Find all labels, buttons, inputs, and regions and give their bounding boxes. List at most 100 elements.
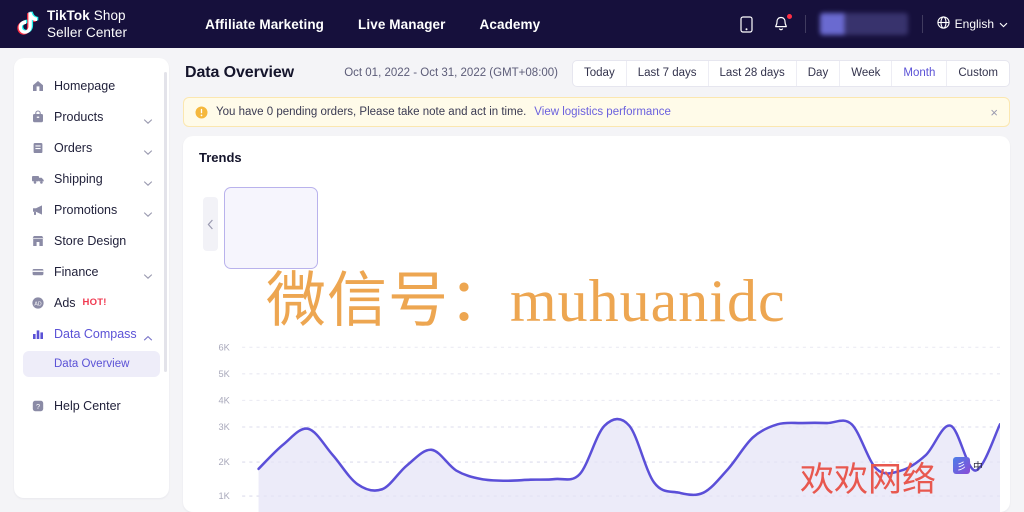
language-label: English — [954, 17, 994, 31]
sidebar-item-help-center[interactable]: ? Help Center — [23, 392, 160, 419]
sidebar-item-ads[interactable]: AD Ads HOT! — [23, 289, 160, 316]
sidebar-subitem-data-overview[interactable]: Data Overview — [23, 351, 160, 377]
nav-item-academy[interactable]: Academy — [480, 17, 541, 32]
sidebar-item-products[interactable]: Products — [23, 103, 160, 130]
sidebar-label: Products — [54, 109, 104, 124]
sidebar-label: Data Compass — [54, 326, 137, 341]
trends-card: Trends 6K 5K 4K 3K 2K 1K — [183, 136, 1010, 512]
sidebar-label: Orders — [54, 140, 93, 155]
trends-title: Trends — [199, 150, 242, 165]
chart-area-fill — [258, 419, 1000, 512]
globe-icon — [936, 16, 950, 32]
storefront-icon — [30, 233, 45, 248]
chevron-down-icon[interactable] — [143, 205, 153, 217]
bag-icon — [30, 109, 45, 124]
help-icon: ? — [30, 398, 45, 413]
sidebar-label: Ads — [54, 295, 76, 310]
y-tick-2k: 2K — [219, 456, 231, 467]
sidebar-item-orders[interactable]: Orders — [23, 134, 160, 161]
y-tick-6k: 6K — [219, 341, 231, 352]
nav-divider — [804, 15, 806, 33]
svg-text:?: ? — [35, 402, 39, 411]
notification-bell-icon[interactable] — [771, 13, 793, 34]
trends-chart: 6K 5K 4K 3K 2K 1K — [199, 326, 1000, 512]
home-icon — [30, 78, 45, 93]
trends-chart-svg: 6K 5K 4K 3K 2K 1K — [219, 341, 1000, 512]
sidebar-item-homepage[interactable]: Homepage — [23, 72, 160, 99]
date-range-tabs: Today Last 7 days Last 28 days Day Week … — [572, 59, 1010, 87]
sidebar-item-store-design[interactable]: Store Design — [23, 227, 160, 254]
wallet-icon — [30, 264, 45, 279]
sidebar-item-promotions[interactable]: Promotions — [23, 196, 160, 223]
megaphone-icon — [30, 202, 45, 217]
notification-badge-dot — [785, 13, 793, 20]
nav-right-cluster: English — [737, 13, 1008, 35]
pending-orders-alert: You have 0 pending orders, Please take n… — [183, 97, 1010, 127]
sidebar-scrollbar[interactable] — [164, 72, 167, 372]
sidebar-item-shipping[interactable]: Shipping — [23, 165, 160, 192]
close-icon[interactable]: × — [990, 106, 998, 119]
chevron-down-icon[interactable] — [143, 143, 153, 155]
chevron-down-icon[interactable] — [143, 267, 153, 279]
chart-y-axis-labels: 6K 5K 4K 3K 2K 1K — [219, 341, 231, 501]
metric-carousel — [199, 181, 994, 269]
metric-card-selected[interactable] — [224, 187, 318, 269]
page-title: Data Overview — [185, 64, 294, 81]
clipboard-icon — [30, 140, 45, 155]
chevron-down-icon[interactable] — [143, 174, 153, 186]
brand-shop-word: Shop — [89, 7, 126, 23]
user-account-avatar[interactable] — [819, 13, 908, 35]
nav-item-affiliate-marketing[interactable]: Affiliate Marketing — [205, 17, 324, 32]
page-header-controls: Oct 01, 2022 - Oct 31, 2022 (GMT+08:00) … — [344, 59, 1010, 87]
truck-icon — [30, 171, 45, 186]
sidebar-label: Promotions — [54, 202, 118, 217]
y-tick-5k: 5K — [219, 368, 231, 379]
alert-text: You have 0 pending orders, Please take n… — [216, 106, 527, 118]
tiktok-note-icon — [14, 10, 40, 38]
chevron-up-icon[interactable] — [143, 329, 153, 341]
bar-chart-icon — [30, 326, 45, 341]
mobile-phone-icon[interactable] — [737, 14, 757, 34]
range-tab-day[interactable]: Day — [797, 60, 841, 86]
sidebar-label: Help Center — [54, 398, 121, 413]
range-tab-last-7-days[interactable]: Last 7 days — [627, 60, 709, 86]
brand-text: TikTok Shop Seller Center — [47, 7, 127, 42]
page-body: Homepage Products Orders Shipping Promot… — [0, 48, 1024, 512]
chevron-down-icon[interactable] — [143, 112, 153, 124]
ads-circle-icon: AD — [30, 295, 45, 310]
sidebar-item-finance[interactable]: Finance — [23, 258, 160, 285]
range-tab-today[interactable]: Today — [573, 60, 627, 86]
sidebar-label: Shipping — [54, 171, 103, 186]
sidebar-item-data-compass[interactable]: Data Compass — [23, 320, 160, 347]
sidebar-label: Store Design — [54, 233, 127, 248]
primary-nav: Affiliate Marketing Live Manager Academy — [205, 17, 540, 32]
top-navigation-bar: TikTok Shop Seller Center Affiliate Mark… — [0, 0, 1024, 48]
sidebar-label: Homepage — [54, 78, 116, 93]
svg-text:AD: AD — [34, 301, 41, 307]
nav-item-live-manager[interactable]: Live Manager — [358, 17, 445, 32]
chevron-left-icon[interactable] — [203, 197, 218, 251]
language-selector[interactable]: English — [936, 16, 1008, 32]
warning-circle-icon — [195, 106, 208, 119]
brand-tiktok-word: TikTok — [47, 7, 90, 23]
sidebar-label: Finance — [54, 264, 99, 279]
date-range-label: Oct 01, 2022 - Oct 31, 2022 (GMT+08:00) — [344, 67, 559, 79]
range-tab-last-28-days[interactable]: Last 28 days — [709, 60, 797, 86]
sidebar-sublabel: Data Overview — [54, 358, 130, 370]
main-content: Data Overview Oct 01, 2022 - Oct 31, 202… — [183, 58, 1010, 512]
y-tick-3k: 3K — [219, 421, 231, 432]
brand-seller-center: Seller Center — [47, 25, 128, 40]
nav-divider-2 — [921, 15, 923, 33]
page-header: Data Overview Oct 01, 2022 - Oct 31, 202… — [183, 58, 1010, 88]
chevron-down-icon — [999, 17, 1008, 31]
y-tick-1k: 1K — [219, 490, 231, 501]
sidebar-navigation: Homepage Products Orders Shipping Promot… — [14, 58, 169, 498]
range-tab-custom[interactable]: Custom — [947, 61, 1009, 86]
brand-logo-area[interactable]: TikTok Shop Seller Center — [14, 7, 127, 42]
y-tick-4k: 4K — [219, 394, 231, 405]
hot-badge: HOT! — [82, 297, 107, 308]
range-tab-month[interactable]: Month — [892, 60, 948, 86]
range-tab-week[interactable]: Week — [840, 60, 893, 86]
view-logistics-performance-link[interactable]: View logistics performance — [534, 106, 671, 118]
